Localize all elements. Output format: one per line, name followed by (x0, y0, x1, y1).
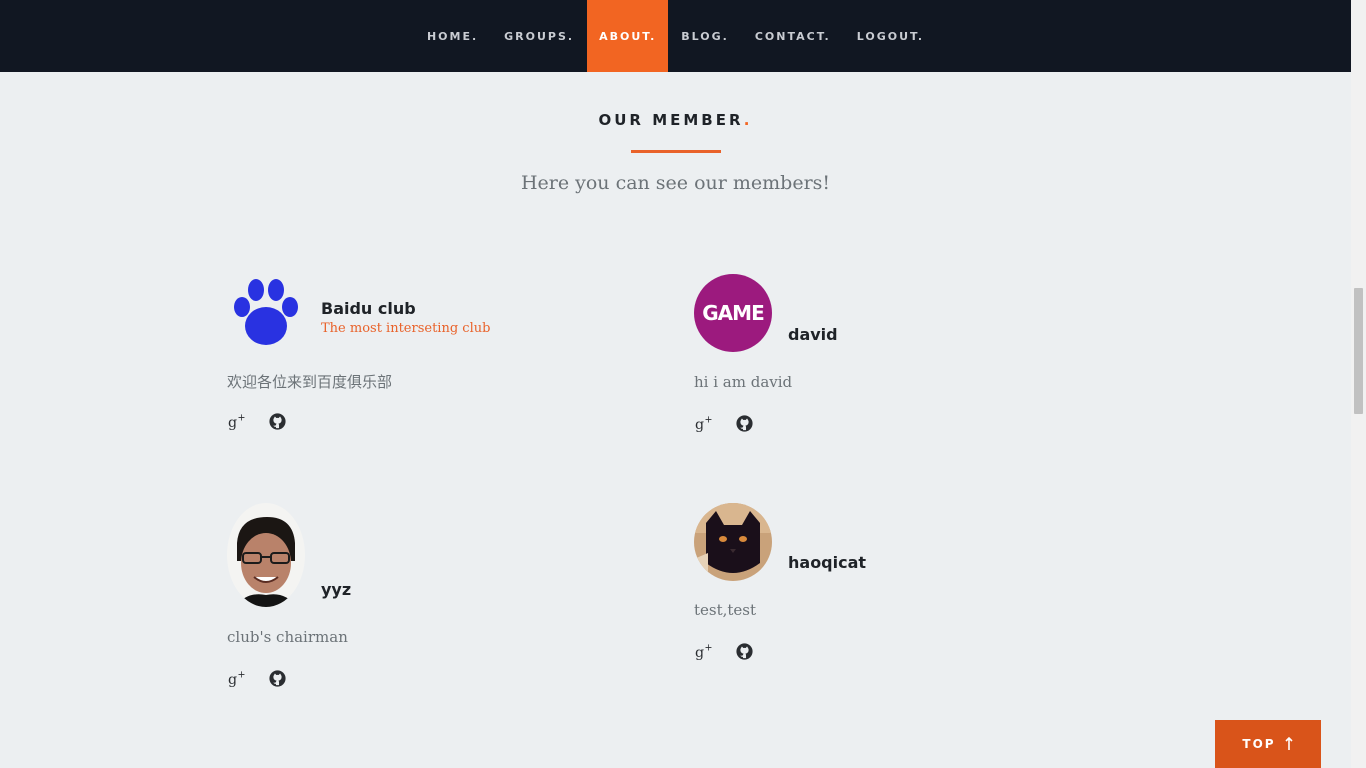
arrow-up-icon (1285, 737, 1293, 750)
member-bio: 欢迎各位来到百度俱乐部 (227, 373, 393, 391)
member-avatar: GAME (694, 274, 772, 352)
google-plus-icon[interactable]: g + (694, 414, 713, 433)
scrollbar-thumb[interactable] (1354, 288, 1363, 414)
main-nav: HOME. GROUPS. ABOUT. BLOG. CONTACT. LOGO… (0, 0, 1351, 72)
page-scrollbar[interactable] (1351, 0, 1366, 768)
svg-text:g: g (695, 645, 704, 661)
svg-text:g: g (228, 672, 237, 688)
nav-blog[interactable]: BLOG. (668, 0, 742, 72)
section-subtitle: Here you can see our members! (520, 172, 831, 194)
member-social-links: g + (694, 642, 754, 661)
nav-about[interactable]: ABOUT. (587, 0, 669, 72)
member-social-links: g + (227, 669, 287, 688)
nav-home[interactable]: HOME. (414, 0, 491, 72)
member-tagline: The most interseting club (321, 321, 491, 336)
paw-icon (234, 279, 298, 345)
section-title: OUR MEMBER. (0, 111, 1351, 129)
svg-text:g: g (695, 417, 704, 433)
member-name: yyz (321, 580, 352, 599)
member-social-links: g + (694, 414, 754, 433)
github-icon[interactable] (735, 414, 754, 433)
member-card: haoqicat test,test g + (694, 503, 1114, 723)
top-button-label: TOP (1242, 737, 1276, 751)
back-to-top-button[interactable]: TOP (1215, 720, 1321, 768)
member-name: david (788, 325, 838, 344)
google-plus-icon[interactable]: g + (694, 642, 713, 661)
nav-contact[interactable]: CONTACT. (742, 0, 844, 72)
title-underline (631, 150, 721, 153)
svg-text:g: g (228, 415, 237, 431)
section-title-text: OUR MEMBER (598, 111, 744, 129)
github-icon[interactable] (268, 669, 287, 688)
member-avatar (227, 274, 305, 352)
google-plus-icon[interactable]: g + (227, 669, 246, 688)
svg-text:+: + (704, 643, 712, 654)
nav-groups[interactable]: GROUPS. (491, 0, 587, 72)
section-title-dot: . (743, 111, 753, 129)
github-icon[interactable] (735, 642, 754, 661)
svg-text:+: + (704, 415, 712, 426)
member-name: haoqicat (788, 553, 867, 572)
svg-text:+: + (237, 413, 245, 424)
member-avatar (694, 503, 772, 581)
top-navbar: HOME. GROUPS. ABOUT. BLOG. CONTACT. LOGO… (0, 0, 1351, 72)
member-social-links: g + (227, 412, 287, 431)
game-logo-text: GAME (702, 301, 764, 325)
person-photo (227, 503, 305, 607)
cat-photo (694, 503, 772, 581)
nav-logout[interactable]: LOGOUT. (844, 0, 937, 72)
member-bio: club's chairman (227, 628, 348, 646)
member-name: Baidu club (321, 299, 416, 318)
member-card: Baidu club The most interseting club 欢迎各… (227, 274, 647, 494)
svg-text:+: + (237, 670, 245, 681)
member-bio: test,test (694, 601, 757, 619)
member-card: yyz club's chairman g + (227, 503, 647, 723)
member-card: GAME david hi i am david g + (694, 274, 1114, 494)
github-icon[interactable] (268, 412, 287, 431)
member-bio: hi i am david (694, 373, 793, 391)
member-avatar (227, 503, 305, 607)
google-plus-icon[interactable]: g + (227, 412, 246, 431)
